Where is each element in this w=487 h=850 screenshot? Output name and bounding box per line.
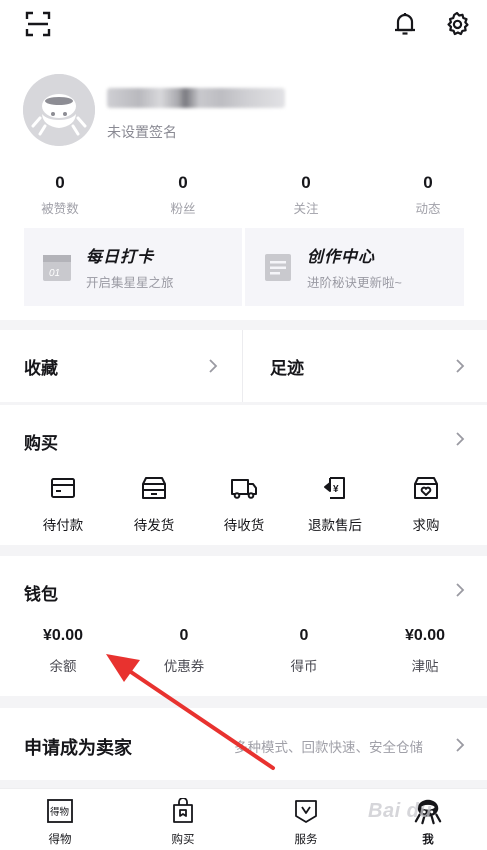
chevron-right-icon[interactable] — [455, 582, 465, 598]
allowance-value: ¥0.00 — [404, 627, 446, 644]
shopping-bag-icon — [169, 797, 197, 825]
stat-following[interactable]: 0 关注 — [256, 172, 356, 217]
collect-button[interactable]: 收藏 — [0, 330, 243, 402]
shield-icon — [292, 797, 320, 825]
profile-header: 未设置签名 0 被赞数 0 粉丝 0 关注 0 动态 01 每日打卡 开启集星星… — [0, 0, 487, 320]
stat-value: 0 — [178, 173, 188, 192]
home-logo-icon: 得物 — [46, 797, 74, 825]
tab-buy-label: 购买 — [171, 834, 195, 846]
balance-value: ¥0.00 — [42, 627, 84, 644]
want-to-buy-label: 求购 — [412, 518, 440, 533]
stat-likes[interactable]: 0 被赞数 — [10, 172, 110, 217]
truck-icon — [231, 479, 257, 499]
basket-heart-icon — [414, 477, 438, 499]
tab-service[interactable]: 服务 — [271, 797, 341, 847]
document-icon — [265, 254, 291, 281]
coins-label: 得币 — [290, 659, 318, 674]
profile-page: 未设置签名 0 被赞数 0 粉丝 0 关注 0 动态 01 每日打卡 开启集星星… — [0, 0, 487, 850]
footprint-button[interactable]: 足迹 — [244, 330, 487, 402]
creator-center-card[interactable]: 创作中心 进阶秘诀更新啦~ — [245, 228, 464, 306]
purchase-section: 购买 待付款 待发货 待收货 ¥ 退款售后 求购 — [0, 405, 487, 545]
creator-title: 创作中心 — [307, 249, 376, 266]
coins-value: 0 — [299, 627, 309, 644]
default-avatar-icon — [23, 74, 95, 146]
chevron-right-icon — [456, 359, 465, 373]
refund-aftersale-label: 退款售后 — [308, 518, 362, 533]
stat-value: 0 — [301, 173, 311, 192]
yen-glyph: ¥ — [333, 484, 339, 495]
chevron-right-icon — [209, 359, 218, 373]
footprint-label: 足迹 — [270, 358, 304, 378]
pending-payment-label: 待付款 — [42, 518, 84, 533]
baidu-watermark: Bai du — [368, 800, 433, 822]
username-redacted — [107, 88, 285, 108]
wallet-balance[interactable]: ¥0.00 余额 — [13, 626, 113, 675]
chevron-right-icon[interactable] — [455, 431, 465, 447]
creator-subtitle: 进阶秘诀更新啦~ — [307, 276, 402, 290]
stat-value: 0 — [423, 173, 433, 192]
calendar-icon: 01 — [43, 255, 71, 281]
checkin-title: 每日打卡 — [86, 249, 155, 266]
pending-receipt-button[interactable]: 待收货 — [204, 475, 284, 534]
calendar-day-text: 01 — [49, 268, 60, 279]
pending-receipt-label: 待收货 — [223, 518, 265, 533]
purchase-title[interactable]: 购买 — [24, 429, 58, 454]
stat-posts[interactable]: 0 动态 — [378, 172, 478, 217]
notification-button[interactable] — [391, 10, 419, 38]
stat-label: 动态 — [415, 202, 441, 216]
settings-button[interactable] — [443, 10, 471, 38]
tab-service-label: 服务 — [294, 834, 318, 846]
scan-button[interactable] — [24, 10, 52, 38]
pending-shipment-label: 待发货 — [133, 518, 175, 533]
stat-label: 粉丝 — [170, 202, 196, 216]
daily-checkin-card[interactable]: 01 每日打卡 开启集星星之旅 — [24, 228, 242, 306]
card-icon — [51, 478, 75, 498]
pending-payment-button[interactable]: 待付款 — [23, 475, 103, 534]
scan-icon — [25, 11, 51, 37]
logo-text: 得物 — [50, 806, 70, 818]
wallet-section: 钱包 ¥0.00 余额 0 优惠券 0 得币 ¥0.00 津贴 — [0, 556, 487, 696]
bell-icon — [395, 13, 415, 35]
stat-label: 关注 — [293, 202, 319, 216]
collect-label: 收藏 — [24, 358, 58, 378]
become-seller-subtitle: 多种模式、回款快速、安全仓储 — [234, 740, 423, 755]
stat-value: 0 — [55, 173, 65, 192]
become-seller-row[interactable]: 申请成为卖家 多种模式、回款快速、安全仓储 — [0, 708, 487, 780]
wallet-coupons[interactable]: 0 优惠券 — [134, 626, 234, 675]
allowance-label: 津贴 — [411, 659, 439, 674]
avatar[interactable] — [23, 74, 95, 146]
tab-me-label: 我 — [422, 834, 434, 846]
want-to-buy-button[interactable]: 求购 — [386, 475, 466, 534]
tab-home[interactable]: 得物 得物 — [25, 797, 95, 847]
stats-row: 0 被赞数 0 粉丝 0 关注 0 动态 — [0, 172, 487, 220]
refund-icon: ¥ — [324, 477, 345, 499]
balance-label: 余额 — [49, 659, 77, 674]
wallet-title[interactable]: 钱包 — [24, 580, 58, 605]
shortcut-row: 收藏 足迹 — [0, 330, 487, 402]
signature-text[interactable]: 未设置签名 — [107, 122, 177, 142]
checkin-text: 每日打卡 开启集星星之旅 — [86, 243, 174, 291]
chevron-right-icon — [456, 738, 465, 752]
wallet-coins[interactable]: 0 得币 — [254, 626, 354, 675]
gear-icon — [447, 11, 469, 36]
box-icon — [142, 477, 166, 499]
tab-buy[interactable]: 购买 — [148, 797, 218, 847]
stat-fans[interactable]: 0 粉丝 — [133, 172, 233, 217]
checkin-subtitle: 开启集星星之旅 — [86, 276, 174, 290]
become-seller-title: 申请成为卖家 — [24, 738, 132, 758]
refund-aftersale-button[interactable]: ¥ 退款售后 — [295, 475, 375, 534]
coupons-label: 优惠券 — [163, 659, 205, 674]
tab-home-label: 得物 — [48, 834, 72, 846]
stat-label: 被赞数 — [41, 202, 79, 216]
coupons-value: 0 — [179, 627, 189, 644]
wallet-allowance[interactable]: ¥0.00 津贴 — [375, 626, 475, 675]
creator-text: 创作中心 进阶秘诀更新啦~ — [307, 243, 402, 291]
pending-shipment-button[interactable]: 待发货 — [114, 475, 194, 534]
